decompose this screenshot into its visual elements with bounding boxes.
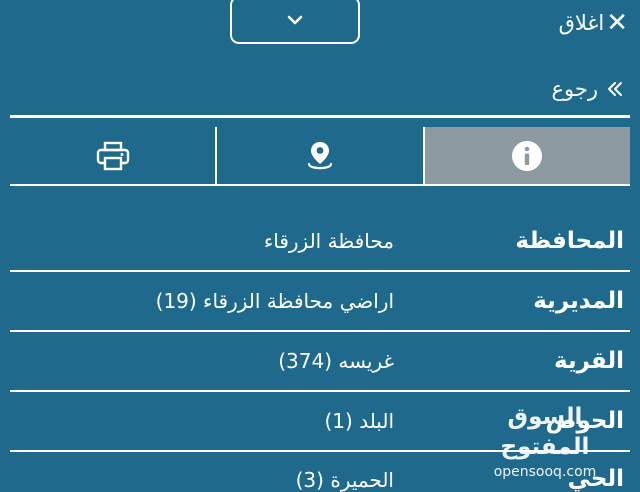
opensooq-watermark: السوق المفتوح opensooq.com bbox=[470, 402, 620, 480]
back-button[interactable]: رجوع bbox=[551, 72, 624, 106]
tab-bar bbox=[10, 127, 630, 186]
detail-value: محافظة الزرقاء bbox=[263, 229, 394, 253]
double-chevron-right-icon bbox=[606, 81, 624, 97]
watermark-arabic: السوق المفتوح bbox=[500, 404, 590, 460]
collapse-panel-button[interactable] bbox=[230, 0, 360, 44]
back-label: رجوع bbox=[551, 77, 598, 101]
close-button[interactable]: ✕ اغلاق bbox=[559, 6, 628, 40]
tab-info[interactable] bbox=[424, 127, 630, 184]
close-icon: ✕ bbox=[606, 8, 628, 38]
printer-icon bbox=[96, 141, 129, 170]
detail-value: البلد (1) bbox=[324, 409, 394, 433]
detail-label: المديرية bbox=[533, 288, 624, 314]
top-bar: ✕ اغلاق bbox=[0, 0, 640, 48]
detail-value: اراضي محافظة الزرقاء (19) bbox=[155, 289, 394, 313]
tab-print[interactable] bbox=[10, 127, 218, 184]
detail-label: المحافظة bbox=[515, 228, 624, 254]
detail-row-governorate: المحافظة محافظة الزرقاء bbox=[10, 212, 630, 272]
detail-row-directorate: المديرية اراضي محافظة الزرقاء (19) bbox=[10, 272, 630, 332]
watermark-latin: opensooq.com bbox=[493, 464, 597, 480]
chevron-down-icon bbox=[287, 15, 303, 25]
info-icon bbox=[512, 140, 543, 171]
location-pin-icon bbox=[307, 141, 333, 169]
tab-location[interactable] bbox=[217, 127, 425, 184]
header-divider bbox=[10, 115, 630, 118]
detail-value: غريسه (374) bbox=[278, 349, 394, 373]
detail-row-village: القرية غريسه (374) bbox=[10, 332, 630, 392]
detail-value: الحميرة (3) bbox=[295, 468, 394, 492]
detail-label: القرية bbox=[554, 348, 624, 374]
close-label: اغلاق bbox=[558, 11, 605, 35]
